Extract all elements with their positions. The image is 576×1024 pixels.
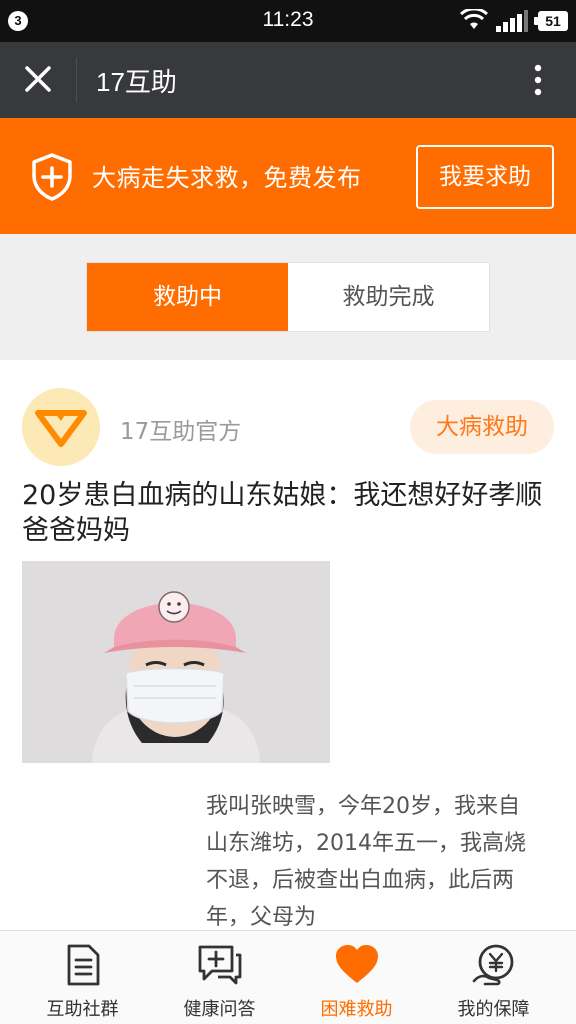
tab-community[interactable]: 互助社群 — [14, 931, 151, 1024]
more-vertical-icon — [534, 64, 542, 96]
help-banner: 大病走失求救，免费发布 我要求助 — [0, 118, 576, 234]
avatar[interactable] — [22, 388, 100, 466]
close-icon — [25, 66, 51, 92]
status-segmented-control: 救助中 救助完成 — [86, 262, 490, 332]
wifi-icon — [460, 9, 488, 29]
tab-label: 互助社群 — [46, 999, 119, 1020]
tab-my-coverage[interactable]: 我的保障 — [425, 931, 562, 1024]
request-help-button[interactable]: 我要求助 — [416, 145, 554, 209]
post-card[interactable]: 17互助官方 大病救助 20岁患白血病的山东姑娘：我还想好好孝顺爸爸妈妈 我叫张… — [0, 360, 576, 930]
post-author: 17互助官方 — [120, 419, 242, 445]
status-tabs-area: 救助中 救助完成 — [0, 234, 576, 360]
post-excerpt: 我叫张映雪，今年20岁，我来自山东潍坊，2014年五一，我高烧不退，后被查出白血… — [206, 794, 526, 930]
nav-divider — [76, 58, 77, 102]
status-time: 11:23 — [262, 8, 314, 31]
status-bar: 3 11:23 51 — [0, 0, 576, 42]
tab-in-progress[interactable]: 救助中 — [87, 263, 288, 331]
logo-icon — [35, 410, 87, 447]
bottom-tab-bar: 互助社群 健康问答 困难救助 我的保障 — [0, 930, 576, 1024]
tab-label: 困难救助 — [320, 999, 393, 1020]
tab-hardship-aid[interactable]: 困难救助 — [288, 931, 425, 1024]
tab-label: 健康问答 — [183, 999, 256, 1020]
nav-bar: 17互助 — [0, 42, 576, 118]
tab-label: 我的保障 — [457, 999, 530, 1020]
document-icon — [67, 944, 99, 986]
battery-icon: 51 — [534, 11, 568, 31]
post-photo[interactable] — [22, 561, 330, 763]
signal-icon — [496, 10, 528, 32]
shield-plus-icon — [32, 153, 72, 201]
yen-hand-icon — [472, 944, 513, 986]
banner-text: 大病走失求救，免费发布 — [92, 164, 362, 192]
post-title[interactable]: 20岁患白血病的山东姑娘：我还想好好孝顺爸爸妈妈 — [22, 478, 562, 548]
page-title: 17互助 — [96, 67, 177, 97]
heart-icon — [335, 945, 378, 983]
chat-plus-icon — [198, 945, 241, 985]
tab-completed[interactable]: 救助完成 — [288, 263, 489, 331]
more-button[interactable] — [520, 60, 556, 100]
category-tag[interactable]: 大病救助 — [410, 400, 554, 454]
post-photo-illustration — [22, 561, 330, 763]
tab-health-qa[interactable]: 健康问答 — [151, 931, 288, 1024]
close-button[interactable] — [18, 62, 58, 98]
